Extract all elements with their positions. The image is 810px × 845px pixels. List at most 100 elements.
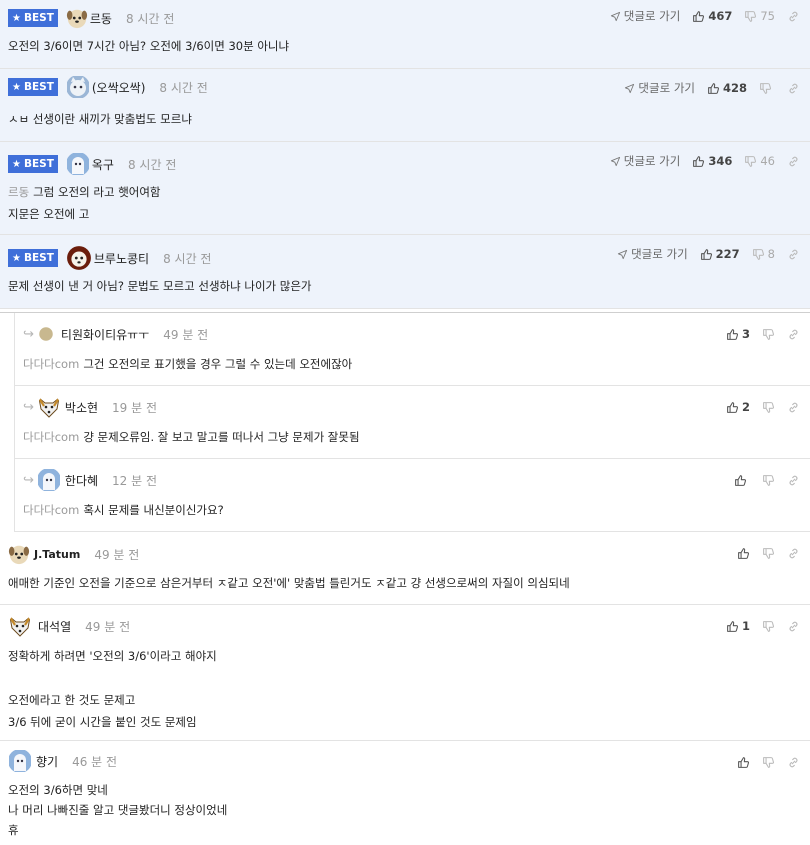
star-icon: ★ — [12, 81, 21, 93]
comment-body: 르동 그럼 오전의 라고 햇어여함 지문은 오전에 고 — [8, 181, 802, 225]
nickname[interactable]: 향기 — [36, 753, 58, 770]
comment-actions: 댓글로 가기 467 75 — [598, 7, 800, 25]
downvote-button[interactable] — [762, 756, 775, 769]
comment-line: 나 머리 나빠진줄 알고 댓글봤더니 정상이었네 — [8, 803, 228, 817]
thumbs-up-icon — [700, 248, 713, 261]
downvote-button[interactable]: 8 — [752, 247, 775, 261]
goto-reply-link[interactable]: 댓글로 가기 — [617, 246, 688, 262]
comment: J.Tatum 49 분 전 애매한 기준인 오전을 기준으로 삼은거부터 ㅈ같… — [0, 532, 810, 605]
goto-reply-link[interactable]: 댓글로 가기 — [624, 80, 695, 96]
link-button[interactable] — [787, 756, 800, 769]
downvote-button[interactable] — [762, 328, 775, 341]
thumbs-down-icon — [744, 155, 757, 168]
nickname[interactable]: 티원화이티유ㅠㅜ — [61, 326, 149, 343]
downvote-button[interactable] — [762, 547, 775, 560]
link-icon — [787, 620, 800, 633]
downvote-button[interactable] — [762, 474, 775, 487]
timestamp: 8 시간 전 — [127, 157, 177, 172]
downvote-count: 46 — [760, 154, 775, 168]
timestamp: 49 분 전 — [163, 327, 209, 342]
best-badge: ★ BEST — [8, 78, 58, 96]
comment-header: J.Tatum 49 분 전 — [8, 545, 139, 563]
link-button[interactable] — [787, 474, 800, 487]
downvote-button[interactable]: 75 — [744, 9, 775, 23]
link-button[interactable] — [787, 155, 800, 168]
mention[interactable]: 다다다com — [23, 357, 79, 371]
nickname[interactable]: 대석열 — [38, 618, 71, 635]
upvote-count: 2 — [741, 400, 750, 414]
downvote-count: 8 — [767, 247, 775, 261]
nickname[interactable]: (오싹오싹) — [92, 79, 146, 96]
thumbs-up-icon — [737, 547, 750, 560]
link-button[interactable] — [787, 10, 800, 23]
avatar[interactable] — [37, 325, 55, 343]
thumbs-down-icon — [762, 547, 775, 560]
downvote-button[interactable]: 46 — [744, 154, 775, 168]
comment-body: 정확하게 하려면 '오전의 3/6'이라고 해야지 오전에라고 한 것도 문제고… — [8, 645, 802, 733]
upvote-button[interactable]: 467 — [692, 9, 732, 23]
comment-body: 다다다com 걍 문제오류임. 잘 보고 말고를 떠나서 그냥 문제가 잘못됨 — [23, 426, 802, 448]
upvote-button[interactable]: 346 — [692, 154, 732, 168]
timestamp: 19 분 전 — [112, 400, 158, 415]
timestamp: 46 분 전 — [72, 754, 118, 769]
link-button[interactable] — [787, 620, 800, 633]
upvote-button[interactable]: 3 — [726, 327, 750, 341]
avatar[interactable] — [66, 152, 90, 176]
downvote-button[interactable] — [762, 401, 775, 414]
avatar[interactable] — [66, 7, 88, 29]
avatar[interactable] — [66, 75, 90, 99]
link-button[interactable] — [787, 82, 800, 95]
link-button[interactable] — [787, 401, 800, 414]
comment-header: ↪ 박소현 19 분 전 — [23, 398, 157, 416]
nickname[interactable]: 한다혜 — [65, 472, 98, 489]
nickname[interactable]: 브루노콩티 — [94, 250, 149, 267]
link-button[interactable] — [787, 547, 800, 560]
thumbs-down-icon — [752, 248, 765, 261]
thumbs-down-icon — [759, 82, 772, 95]
nickname[interactable]: 옥구 — [92, 156, 114, 173]
comment-actions — [725, 544, 800, 562]
comment-line: 다다다com 혹시 문제를 내신분이신가요? — [23, 503, 224, 517]
link-button[interactable] — [787, 248, 800, 261]
link-button[interactable] — [787, 328, 800, 341]
avatar[interactable] — [8, 749, 32, 773]
comment-line — [8, 667, 802, 689]
upvote-button[interactable]: 227 — [700, 247, 740, 261]
comment-actions: 2 — [714, 398, 800, 416]
downvote-button[interactable] — [762, 620, 775, 633]
avatar[interactable] — [8, 614, 32, 638]
goto-reply-link[interactable]: 댓글로 가기 — [610, 153, 680, 169]
goto-reply-link[interactable]: 댓글로 가기 — [610, 8, 680, 24]
upvote-button[interactable] — [737, 756, 750, 769]
thumbs-down-icon — [744, 10, 757, 23]
upvote-button[interactable]: 428 — [707, 81, 747, 95]
upvote-button[interactable] — [737, 547, 750, 560]
avatar[interactable] — [37, 395, 61, 419]
comment-line: ㅅㅂ 선생이란 새끼가 맞춤법도 모르냐 — [8, 112, 192, 126]
avatar[interactable] — [37, 468, 61, 492]
mention[interactable]: 다다다com — [23, 430, 79, 444]
comment-actions: 댓글로 가기 428 — [612, 79, 800, 97]
avatar[interactable] — [66, 245, 92, 271]
timestamp: 8 시간 전 — [159, 80, 208, 95]
best-comment: ★ BEST (오싹오싹) 8 시간 전 댓글로 가기 428 ㅅㅂ 선생이란 새… — [0, 69, 810, 142]
upvote-count: 1 — [741, 619, 750, 633]
nickname[interactable]: 박소현 — [65, 399, 98, 416]
comment: 대석열 49 분 전 1 정확하게 하려면 '오전의 3/6'이라고 해야지 오… — [0, 605, 810, 741]
upvote-button[interactable]: 2 — [726, 400, 750, 414]
comment-header: ↪ 한다혜 12 분 전 — [23, 471, 157, 489]
mention[interactable]: 르동 — [8, 185, 29, 199]
upvote-button[interactable]: 1 — [726, 619, 750, 633]
upvote-button[interactable] — [734, 474, 750, 487]
nickname[interactable]: 르동 — [90, 10, 112, 27]
comment-body: 애매한 기준인 오전을 기준으로 삼은거부터 ㅈ같고 오전'에' 맞춤법 틀린거… — [8, 572, 802, 594]
timestamp: 8 시간 전 — [125, 11, 175, 26]
comment-line: 오전의 3/6이면 7시간 아님? 오전에 3/6이면 30분 아니냐 — [8, 39, 290, 53]
nickname[interactable]: J.Tatum — [34, 548, 80, 561]
thumbs-down-icon — [762, 401, 775, 414]
link-icon — [787, 547, 800, 560]
avatar[interactable] — [8, 543, 30, 565]
downvote-button[interactable] — [759, 82, 775, 95]
comment-body: 오전의 3/6하면 맞네 나 머리 나빠진줄 알고 댓글봤더니 정상이었네 휴 — [8, 780, 802, 840]
mention[interactable]: 다다다com — [23, 503, 79, 517]
